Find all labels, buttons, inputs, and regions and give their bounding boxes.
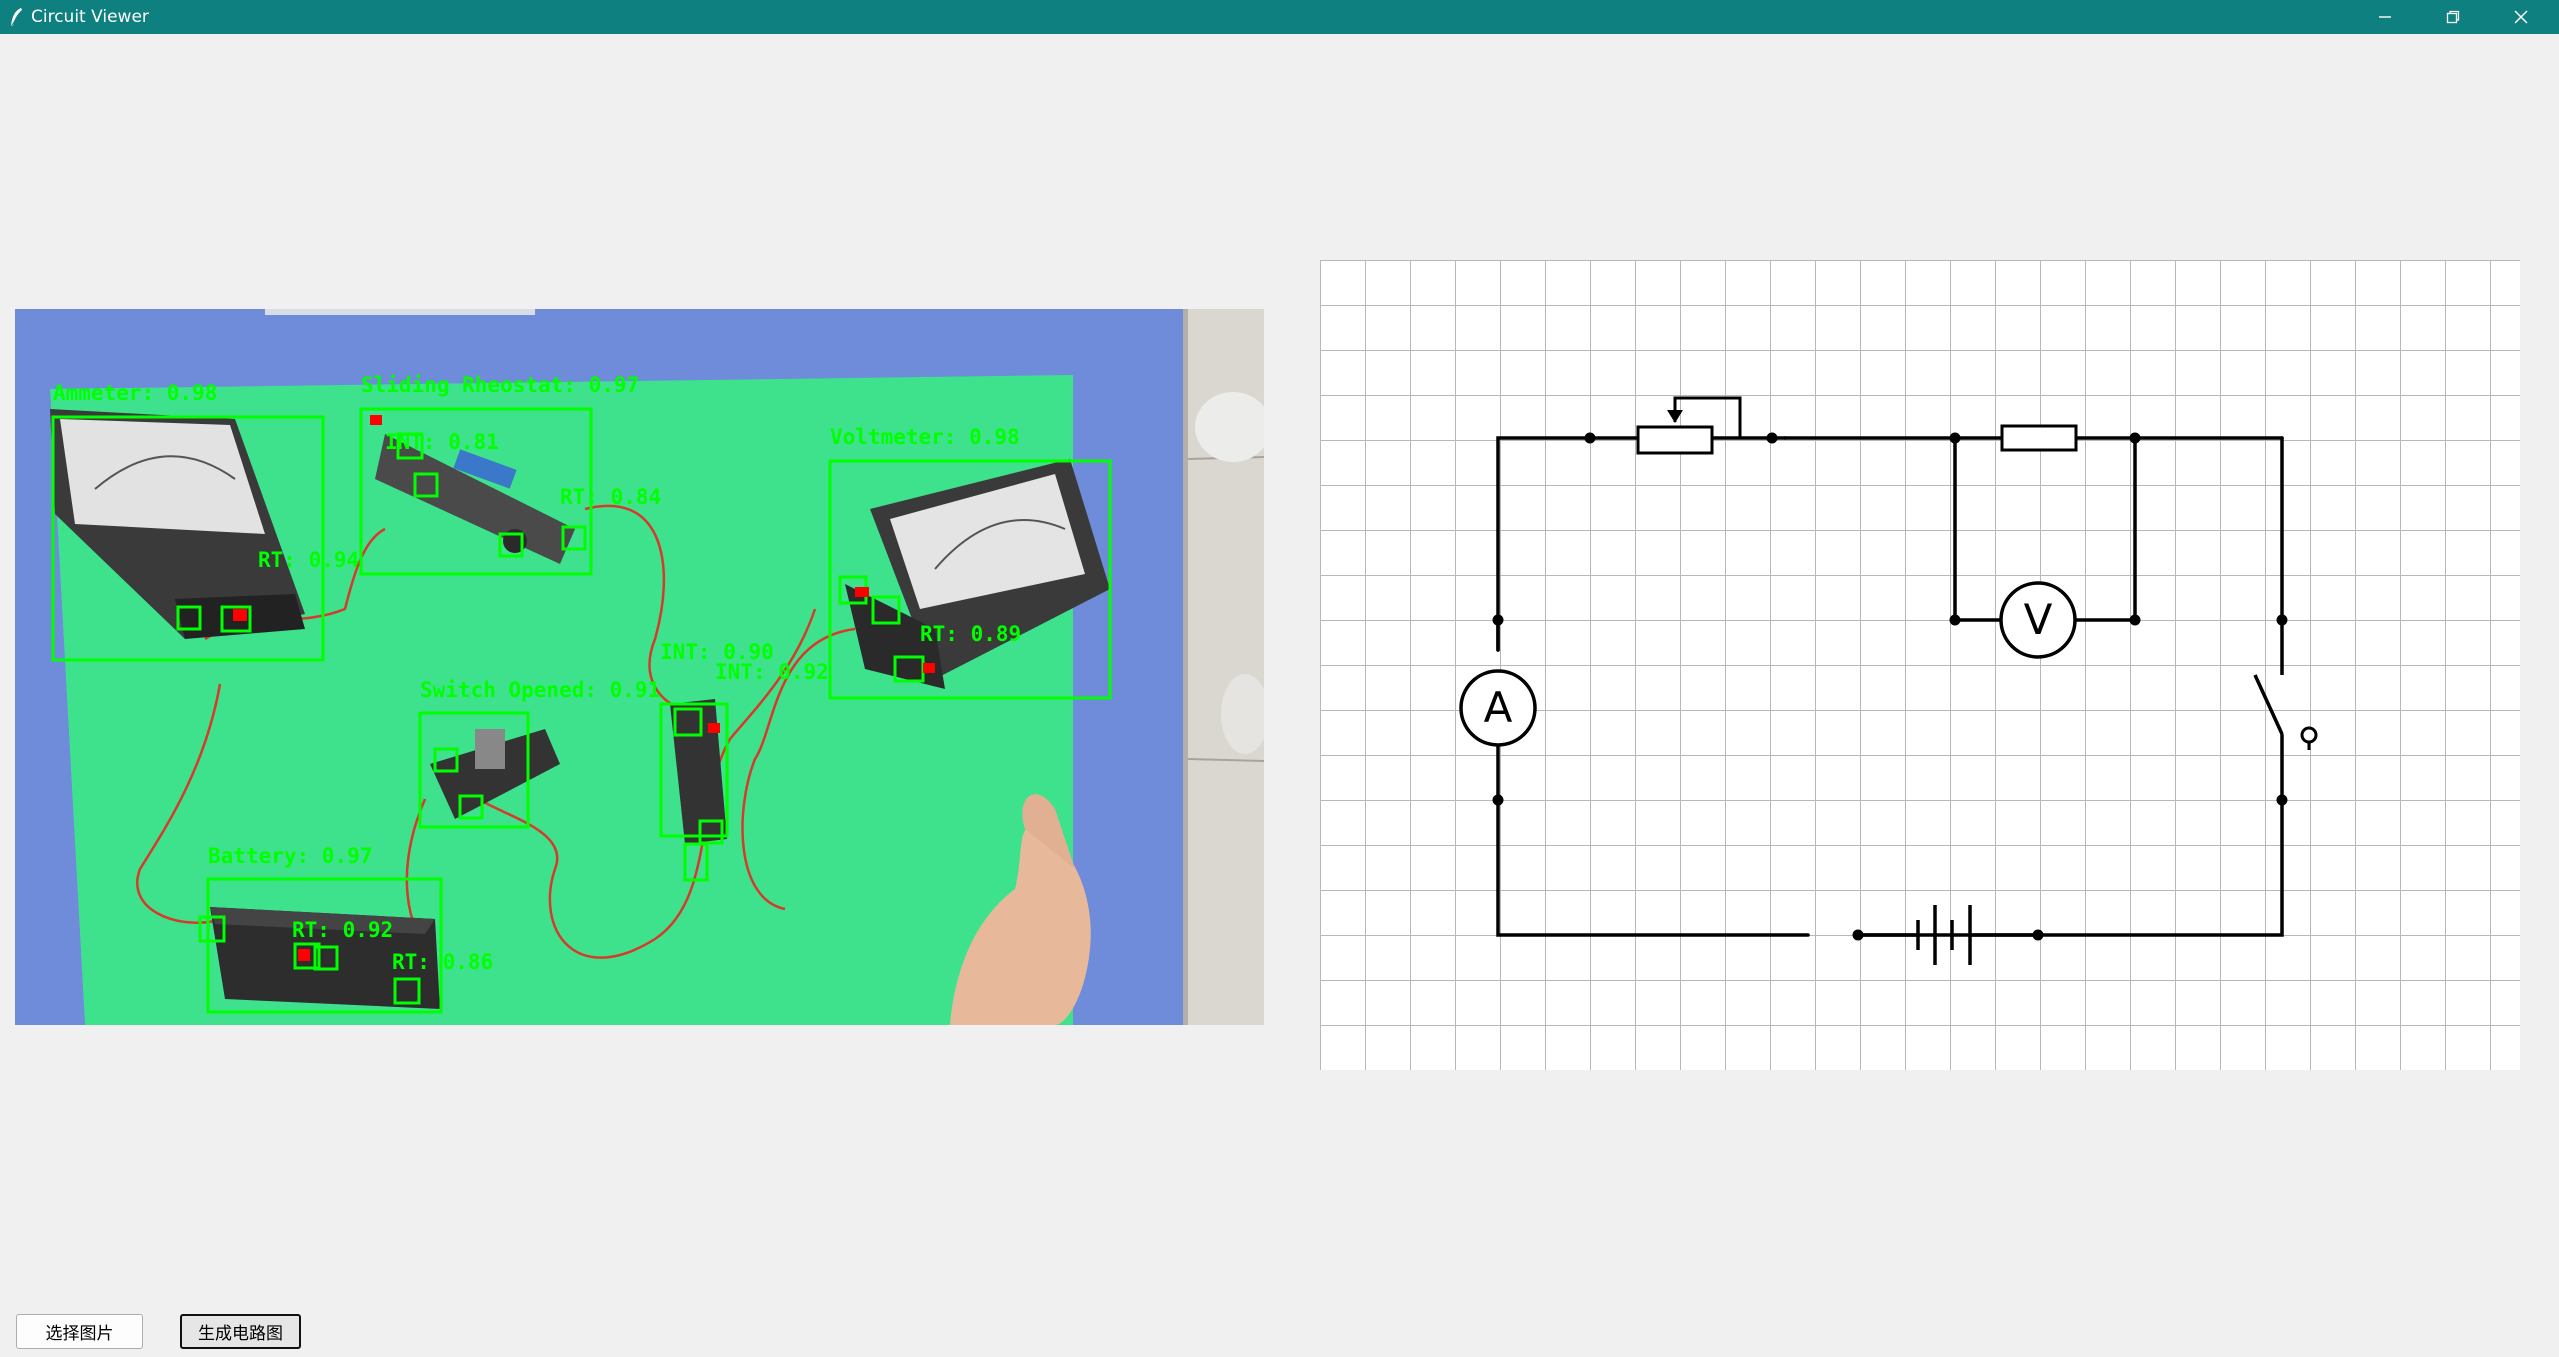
circuit-diagram-canvas: V A xyxy=(1320,260,2520,1070)
minimize-button[interactable] xyxy=(2351,0,2419,34)
restore-icon xyxy=(2446,10,2460,24)
close-icon xyxy=(2514,10,2528,24)
detection-label: Ammeter: 0.98 xyxy=(53,381,217,405)
ammeter-symbol: A xyxy=(1459,669,1537,747)
detection-label: RT: 0.84 xyxy=(560,485,661,509)
detection-label: Switch Opened: 0.91 xyxy=(420,678,660,702)
minimize-icon xyxy=(2379,16,2391,18)
window-title: Circuit Viewer xyxy=(31,7,149,27)
circuit-wires xyxy=(1496,436,2284,937)
detection-label: RT: 0.86 xyxy=(392,950,493,974)
detection-image: Ammeter: 0.98 Sliding Rheostat: 0.97 Vol… xyxy=(15,309,1264,1025)
restore-button[interactable] xyxy=(2419,0,2487,34)
detection-label: RT: 0.89 xyxy=(920,622,1021,646)
detection-label: Sliding Rheostat: 0.97 xyxy=(361,373,639,397)
detection-label: RT: 0.94 xyxy=(258,548,359,572)
title-bar: Circuit Viewer xyxy=(0,0,2559,34)
detection-label: INT: 0.81 xyxy=(385,430,499,454)
ammeter-label: A xyxy=(1484,683,1513,732)
voltmeter-symbol: V xyxy=(1999,581,2077,659)
detection-label: RT: 0.92 xyxy=(292,918,393,942)
grid xyxy=(1320,260,2520,1070)
resistor-symbol xyxy=(2000,424,2078,452)
select-image-button[interactable]: 选择图片 xyxy=(16,1314,143,1349)
detection-label: Battery: 0.97 xyxy=(208,844,372,868)
close-button[interactable] xyxy=(2487,0,2555,34)
voltmeter-label: V xyxy=(2024,595,2053,644)
generate-circuit-button[interactable]: 生成电路图 xyxy=(180,1314,301,1349)
feather-icon xyxy=(10,8,22,28)
detection-label: INT: 0.92 xyxy=(715,660,829,684)
sliding-rheostat-symbol xyxy=(1636,396,1742,455)
circuit-diagram: V A xyxy=(1320,260,2520,1070)
detection-image-canvas: Ammeter: 0.98 Sliding Rheostat: 0.97 Vol… xyxy=(15,309,1264,1025)
detection-label: Voltmeter: 0.98 xyxy=(830,425,1020,449)
junction-dots xyxy=(1492,432,2288,941)
